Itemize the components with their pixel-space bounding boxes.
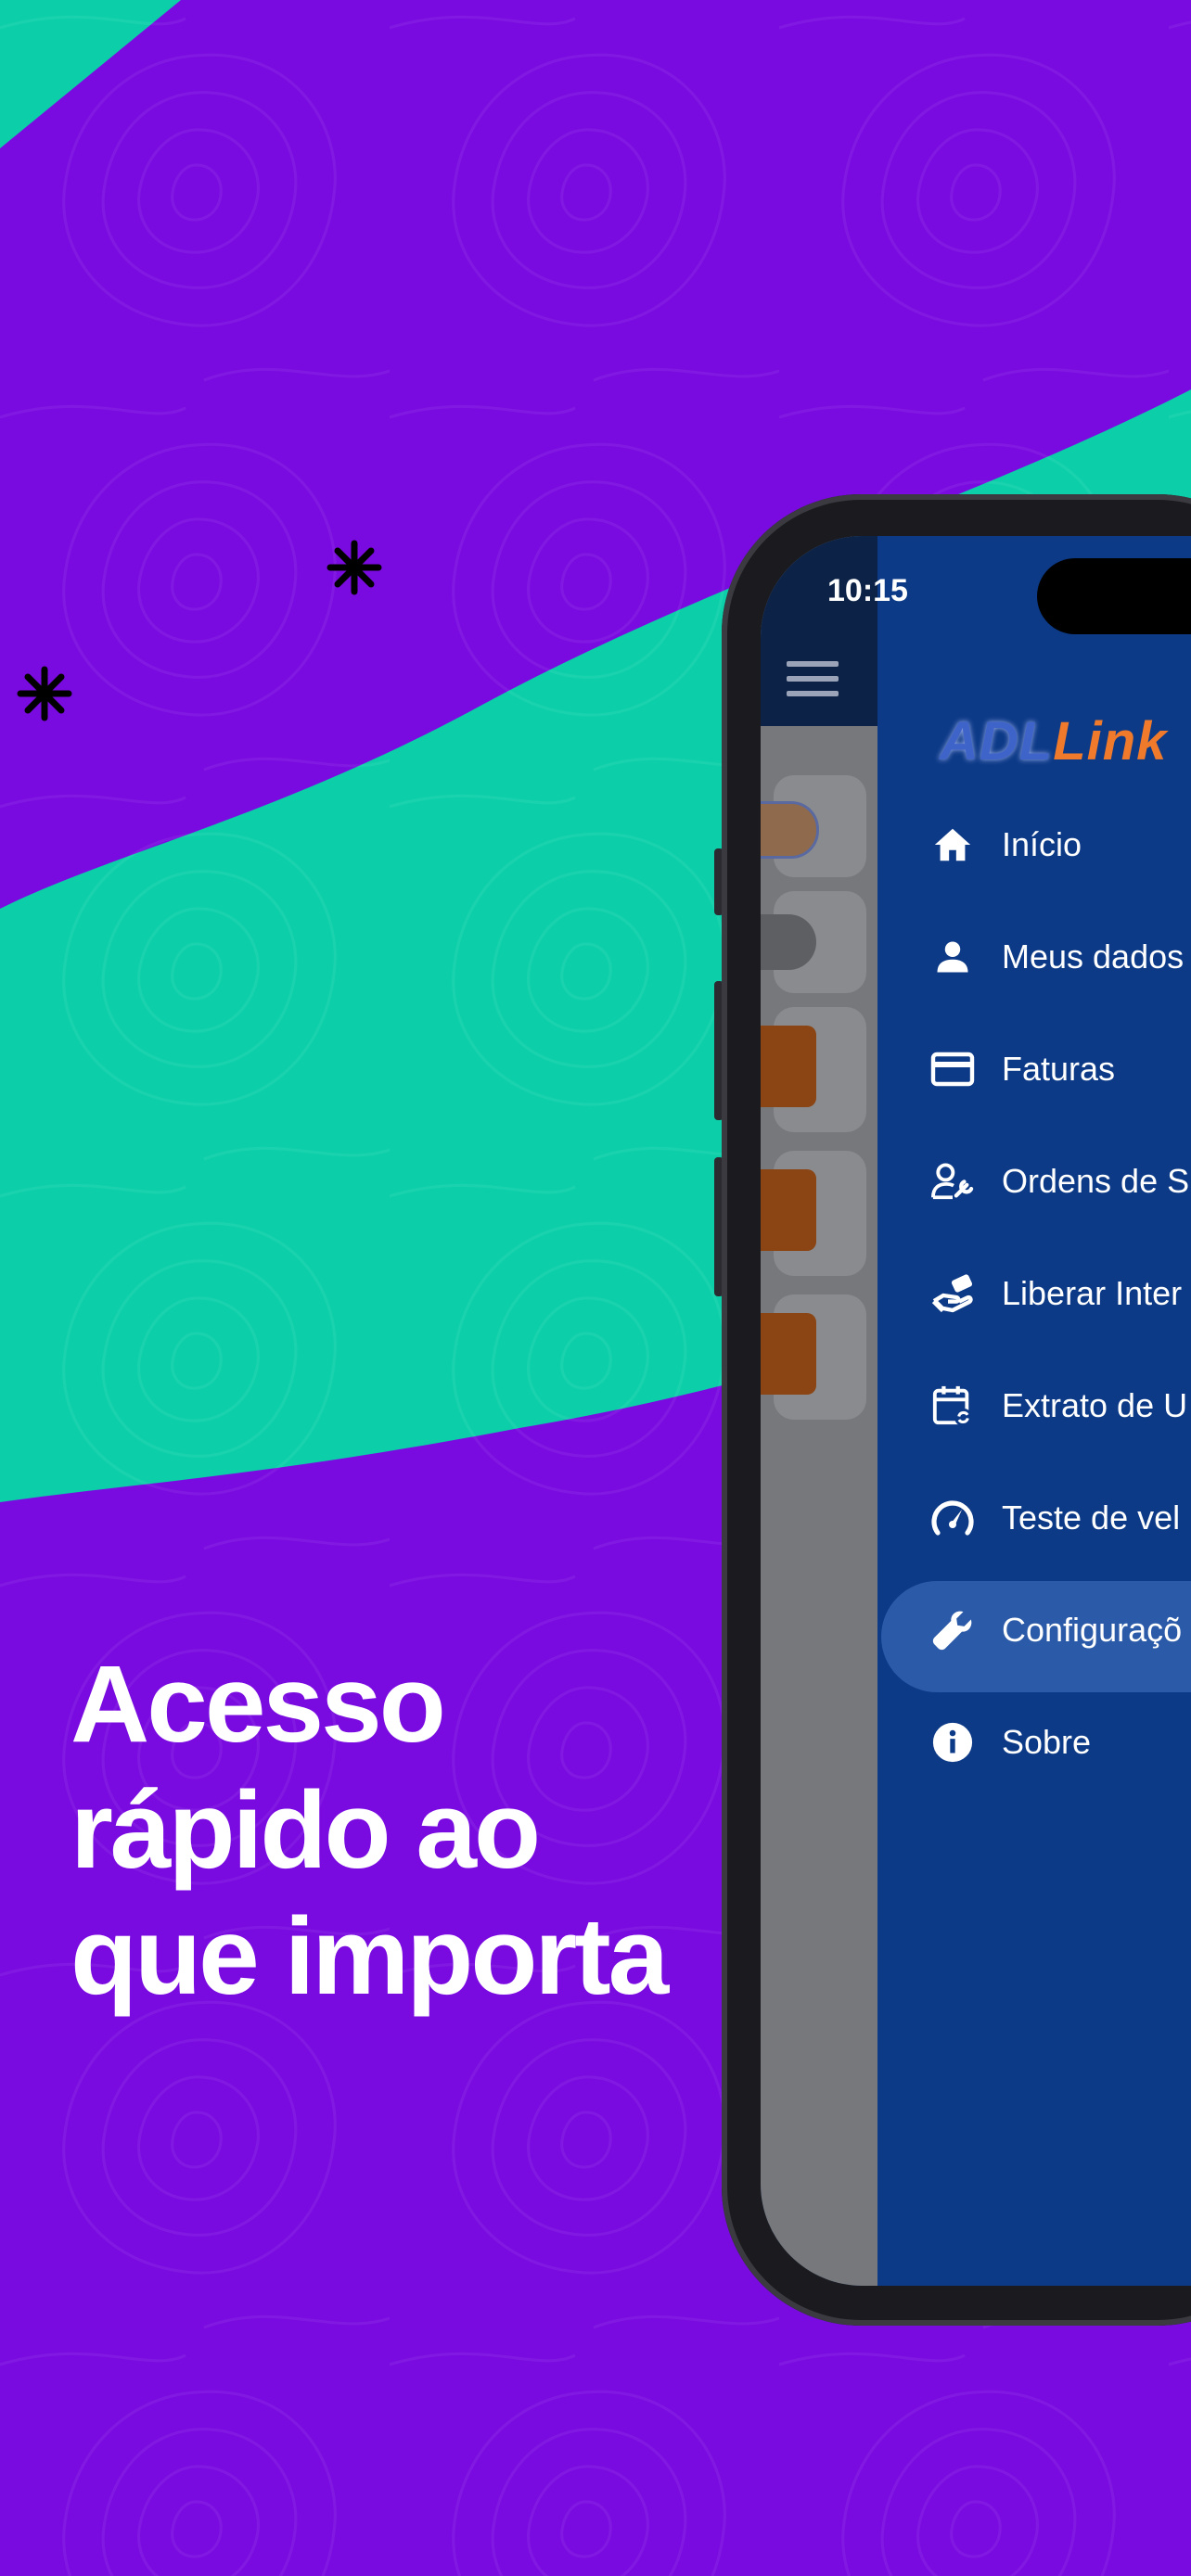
status-time: 10:15 (827, 573, 908, 608)
menu-item-liberar-internet[interactable]: Liberar Inter (900, 1237, 1191, 1349)
home-icon (929, 822, 976, 868)
phone-screen: 10:15 ADLLink Início Meus dados Faturas … (761, 536, 1191, 2286)
menu-item-label: Sobre (1002, 1722, 1092, 1761)
menu-item-label: Faturas (1002, 1049, 1116, 1088)
user-wrench-icon (929, 1158, 976, 1205)
speedometer-icon (929, 1495, 976, 1541)
dynamic-island (1037, 558, 1191, 634)
dimmed-toggle (761, 914, 816, 970)
menu-item-label: Ordens de S (1002, 1161, 1190, 1200)
sparkle-icon (17, 666, 72, 721)
dimmed-app-content[interactable] (761, 536, 877, 2286)
menu-item-label: Meus dados (1002, 937, 1185, 976)
hamburger-menu-icon[interactable] (787, 661, 839, 698)
headline-line: que importa (70, 1895, 669, 2018)
menu-item-label: Extrato de U (1002, 1385, 1188, 1424)
credit-card-icon (929, 1046, 976, 1092)
menu-item-label: Liberar Inter (1002, 1273, 1183, 1312)
menu-item-label: Início (1002, 824, 1082, 863)
menu-item-ordens-de-servico[interactable]: Ordens de S (900, 1125, 1191, 1237)
menu-item-meus-dados[interactable]: Meus dados (900, 900, 1191, 1013)
headline-line: Acesso (70, 1643, 446, 1766)
user-icon (929, 934, 976, 980)
dimmed-tile (761, 1169, 816, 1251)
menu-item-label: Teste de vel (1002, 1498, 1181, 1537)
logo-part-link: Link (1053, 711, 1168, 772)
hand-money-icon (929, 1270, 976, 1317)
menu-item-sobre[interactable]: Sobre (900, 1686, 1191, 1798)
menu-item-extrato-de-uso[interactable]: Extrato de U (900, 1349, 1191, 1461)
menu-item-label: Configuraçõ (1002, 1610, 1183, 1649)
headline-line: rápido ao (70, 1769, 541, 1892)
sparkle-icon (327, 540, 382, 595)
dimmed-tile (761, 1313, 816, 1395)
logo-part-adl: ADL (940, 711, 1054, 772)
drawer-menu: Início Meus dados Faturas Ordens de S Li… (881, 788, 1191, 1798)
calendar-sync-icon (929, 1383, 976, 1429)
menu-item-inicio[interactable]: Início (900, 788, 1191, 900)
app-logo: ADLLink (940, 710, 1167, 772)
menu-item-configuracoes[interactable]: Configuraçõ (881, 1574, 1191, 1692)
headline: Acesso rápido ao que importa (70, 1641, 720, 2020)
info-icon (929, 1719, 976, 1766)
dimmed-toggle (761, 801, 819, 859)
menu-item-faturas[interactable]: Faturas (900, 1013, 1191, 1125)
dimmed-tile (761, 1026, 816, 1107)
wrench-icon (929, 1607, 976, 1653)
promo-canvas: Acesso rápido ao que importa 10:15 ADLLi… (0, 0, 1191, 2576)
menu-item-teste-de-velocidade[interactable]: Teste de vel (900, 1461, 1191, 1574)
